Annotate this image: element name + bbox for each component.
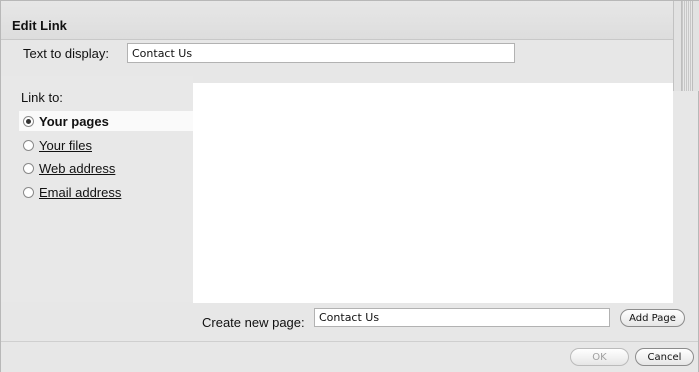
link-option-web-address[interactable]: Web address [23,158,191,178]
cancel-button[interactable]: Cancel [635,348,694,366]
link-to-panel: Link to: Your pages Your files Web addre… [1,76,193,302]
create-page-row: Create new page: Add Page [193,303,693,343]
pages-list-panel[interactable] [193,83,673,303]
text-to-display-label: Text to display: [23,46,109,61]
ok-button[interactable]: OK [570,348,629,366]
scrollbar-thumb[interactable] [681,1,693,91]
link-option-your-pages[interactable]: Your pages [19,111,193,131]
create-page-label: Create new page: [202,315,305,330]
radio-checked-icon[interactable] [23,115,34,127]
edit-link-dialog: Edit Link Text to display: Link to: Your… [0,0,699,372]
dialog-footer: OK Cancel [1,341,698,372]
link-to-label: Link to: [21,90,63,105]
radio-unchecked-icon[interactable] [23,139,34,151]
dialog-title: Edit Link [12,18,67,33]
text-to-display-input[interactable] [127,43,515,63]
link-option-label[interactable]: Email address [39,185,121,200]
link-option-label: Your pages [39,113,109,129]
link-option-your-files[interactable]: Your files [23,135,191,155]
radio-unchecked-icon[interactable] [23,186,34,198]
link-option-label[interactable]: Web address [39,161,115,176]
add-page-button[interactable]: Add Page [620,309,685,327]
text-to-display-row: Text to display: [1,39,673,76]
dialog-titlebar: Edit Link [1,1,673,40]
scrollbar[interactable] [673,1,699,91]
link-option-email-address[interactable]: Email address [23,182,191,202]
create-page-input[interactable] [314,308,610,327]
radio-unchecked-icon[interactable] [23,162,34,174]
link-option-label[interactable]: Your files [39,138,92,153]
